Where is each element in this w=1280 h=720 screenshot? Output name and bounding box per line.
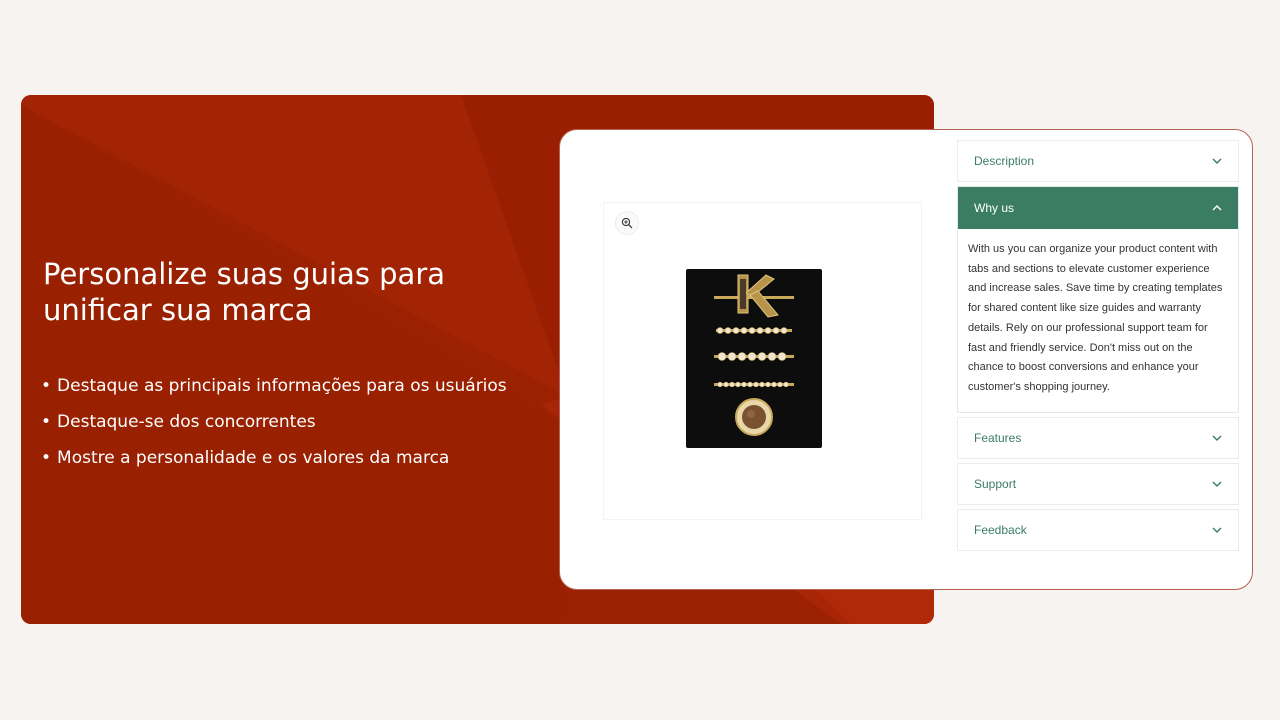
- tab-support: Support: [957, 462, 1239, 505]
- bullet-icon: •: [41, 376, 52, 396]
- tab-description-header[interactable]: Description: [958, 141, 1238, 181]
- tab-why-us-header[interactable]: Why us: [958, 187, 1238, 229]
- tab-description: Description: [957, 140, 1239, 182]
- tab-label: Support: [974, 476, 1017, 491]
- benefit-text: Destaque as principais informações para …: [57, 376, 507, 396]
- benefit-item: • Mostre a personalidade e os valores da …: [41, 440, 507, 476]
- tab-label: Features: [974, 430, 1022, 445]
- product-media: [603, 202, 922, 520]
- tab-label: Feedback: [974, 522, 1027, 537]
- headline: Personalize suas guias para unificar sua…: [43, 257, 446, 327]
- tab-support-header[interactable]: Support: [958, 464, 1238, 504]
- zoom-button[interactable]: [615, 211, 639, 235]
- chevron-up-icon: [1212, 205, 1222, 211]
- zoom-in-icon: [621, 217, 633, 229]
- tab-feedback-header[interactable]: Feedback: [958, 510, 1238, 550]
- benefit-text: Mostre a personalidade e os valores da m…: [57, 448, 450, 468]
- benefit-item: • Destaque as principais informações para…: [41, 368, 507, 404]
- benefit-text: Destaque-se dos concorrentes: [57, 412, 316, 432]
- benefit-item: • Destaque-se dos concorrentes: [41, 404, 507, 440]
- tab-features-header[interactable]: Features: [958, 418, 1238, 458]
- bullet-icon: •: [41, 412, 52, 432]
- benefit-list: • Destaque as principais informações para…: [41, 368, 507, 476]
- bullet-icon: •: [41, 448, 52, 468]
- tab-why-us: Why us With us you can organize your pro…: [957, 186, 1239, 413]
- tab-features: Features: [957, 416, 1239, 459]
- tab-label: Why us: [974, 201, 1015, 215]
- tab-why-us-content: With us you can organize your product co…: [968, 243, 1223, 393]
- chevron-down-icon: [1212, 158, 1222, 164]
- product-image[interactable]: [686, 269, 822, 448]
- chevron-down-icon: [1212, 435, 1222, 441]
- tab-label: Description: [974, 154, 1035, 168]
- tab-feedback: Feedback: [957, 508, 1239, 551]
- chevron-down-icon: [1212, 481, 1222, 487]
- product-card: Description Why us With us you can organ…: [559, 129, 1253, 590]
- product-tabs-accordion: Description Why us With us you can organ…: [957, 140, 1239, 555]
- chevron-down-icon: [1212, 527, 1222, 533]
